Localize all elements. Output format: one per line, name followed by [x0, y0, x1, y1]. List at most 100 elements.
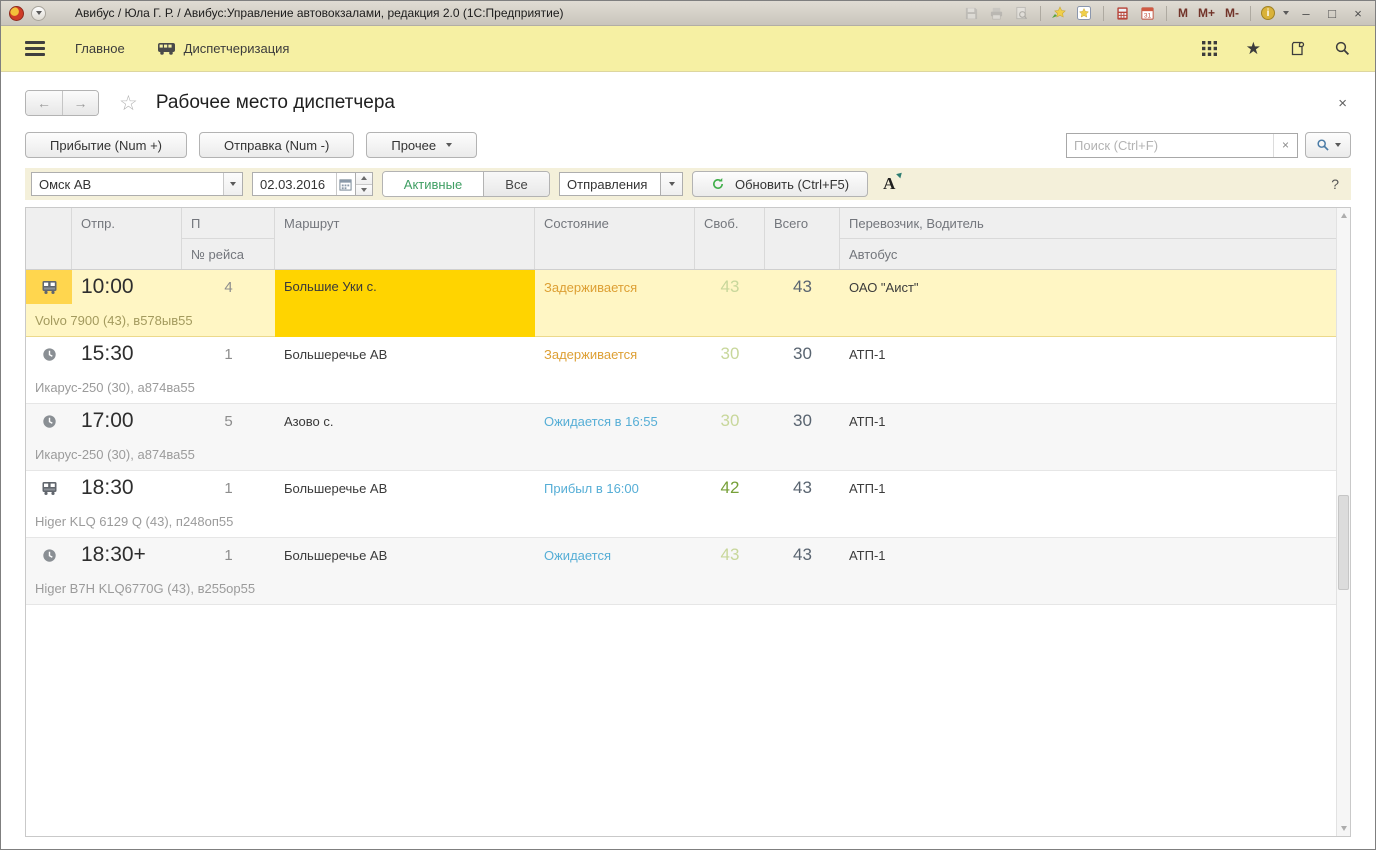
- date-value[interactable]: [253, 177, 336, 192]
- calculator-icon[interactable]: [1114, 5, 1131, 22]
- station-combobox[interactable]: [31, 172, 243, 196]
- calendar-icon[interactable]: 31: [1139, 5, 1156, 22]
- scroll-down-icon[interactable]: [1337, 821, 1350, 836]
- station-value[interactable]: [32, 177, 223, 192]
- carrier-cell[interactable]: АТП-1 Higer KLQ 6129 Q (43), п248оп55: [840, 471, 1336, 505]
- free-seats-cell[interactable]: 43: [695, 270, 765, 304]
- save-icon[interactable]: [963, 5, 980, 22]
- toggle-active-button[interactable]: Активные: [383, 172, 483, 196]
- table-row[interactable]: 15:30 1 Большеречье АВ Задерживается 30 …: [26, 337, 1336, 404]
- platform-cell[interactable]: 1: [182, 337, 275, 371]
- route-cell[interactable]: Большеречье АВ: [275, 538, 535, 572]
- table-row[interactable]: 18:30 1 Большеречье АВ Прибыл в 16:00 42…: [26, 471, 1336, 538]
- departure-time-cell[interactable]: 17:00: [72, 404, 182, 438]
- row-type-cell[interactable]: [26, 337, 72, 371]
- minimize-button[interactable]: –: [1297, 5, 1315, 22]
- scroll-up-icon[interactable]: [1337, 208, 1350, 223]
- forward-button[interactable]: →: [62, 91, 98, 115]
- info-icon[interactable]: i: [1261, 6, 1275, 20]
- 1c-app-icon[interactable]: [9, 6, 24, 21]
- add-to-favorites-icon[interactable]: [1051, 5, 1068, 22]
- platform-cell[interactable]: 5: [182, 404, 275, 438]
- date-spinner[interactable]: [356, 172, 373, 196]
- total-seats-cell[interactable]: 43: [765, 538, 840, 572]
- route-cell[interactable]: Большеречье АВ: [275, 471, 535, 505]
- carrier-cell[interactable]: АТП-1 Икарус-250 (30), а874ва55: [840, 337, 1336, 371]
- carrier-cell[interactable]: АТП-1 Higer B7H KLQ6770G (43), в255ор55: [840, 538, 1336, 572]
- total-seats-cell[interactable]: 30: [765, 404, 840, 438]
- free-seats-cell[interactable]: 43: [695, 538, 765, 572]
- header-free[interactable]: Своб.: [695, 208, 765, 269]
- all-functions-icon[interactable]: [1201, 40, 1218, 57]
- favorites-icon[interactable]: [1076, 5, 1093, 22]
- back-button[interactable]: ←: [26, 91, 62, 115]
- departure-time-cell[interactable]: 18:30+: [72, 538, 182, 572]
- row-type-cell[interactable]: [26, 471, 72, 505]
- free-seats-cell[interactable]: 42: [695, 471, 765, 505]
- header-state[interactable]: Состояние: [535, 208, 695, 269]
- platform-cell[interactable]: 1: [182, 471, 275, 505]
- row-type-cell[interactable]: [26, 538, 72, 572]
- close-window-button[interactable]: ×: [1349, 5, 1367, 22]
- hamburger-menu-icon[interactable]: [25, 41, 45, 56]
- carrier-cell[interactable]: ОАО "Аист" Volvo 7900 (43), в578ыв55: [840, 270, 1336, 304]
- scrollbar-thumb[interactable]: [1338, 495, 1349, 590]
- direction-value[interactable]: [560, 177, 660, 192]
- platform-cell[interactable]: 4: [182, 270, 275, 304]
- departure-time-cell[interactable]: 15:30: [72, 337, 182, 371]
- free-seats-cell[interactable]: 30: [695, 404, 765, 438]
- table-row[interactable]: 17:00 5 Азово с. Ожидается в 16:55 30 30…: [26, 404, 1336, 471]
- table-row[interactable]: 18:30+ 1 Большеречье АВ Ожидается 43 43 …: [26, 538, 1336, 605]
- status-cell[interactable]: Ожидается: [535, 538, 695, 572]
- route-cell[interactable]: Большие Уки с.: [275, 270, 535, 337]
- chevron-down-icon[interactable]: [223, 173, 242, 195]
- direction-combobox[interactable]: [559, 172, 661, 196]
- total-seats-cell[interactable]: 30: [765, 337, 840, 371]
- total-seats-cell[interactable]: 43: [765, 471, 840, 505]
- departure-time-cell[interactable]: 10:00: [72, 270, 182, 304]
- memory-m-button[interactable]: M: [1177, 6, 1189, 20]
- search-input[interactable]: [1067, 138, 1273, 153]
- free-seats-cell[interactable]: 30: [695, 337, 765, 371]
- search-options-button[interactable]: [1305, 132, 1351, 158]
- memory-m-plus-button[interactable]: M+: [1197, 6, 1216, 20]
- calendar-picker-icon[interactable]: [336, 173, 355, 195]
- toggle-all-button[interactable]: Все: [483, 172, 549, 196]
- menu-item-dispatch[interactable]: Диспетчеризация: [147, 41, 300, 56]
- status-cell[interactable]: Задерживается: [535, 337, 695, 371]
- route-cell[interactable]: Азово с.: [275, 404, 535, 438]
- vertical-scrollbar[interactable]: [1336, 208, 1350, 836]
- header-route[interactable]: Маршрут: [275, 208, 535, 269]
- maximize-button[interactable]: □: [1323, 5, 1341, 22]
- refresh-button[interactable]: Обновить (Ctrl+F5): [692, 171, 868, 197]
- clear-search-button[interactable]: ×: [1273, 134, 1297, 157]
- status-cell[interactable]: Прибыл в 16:00: [535, 471, 695, 505]
- date-field[interactable]: [252, 172, 356, 196]
- close-form-button[interactable]: ×: [1334, 95, 1351, 112]
- row-type-cell[interactable]: [26, 270, 72, 304]
- favorites-menu-icon[interactable]: ★: [1246, 40, 1261, 57]
- departure-time-cell[interactable]: 18:30: [72, 471, 182, 505]
- other-menu-button[interactable]: Прочее: [366, 132, 477, 158]
- status-cell[interactable]: Ожидается в 16:55: [535, 404, 695, 438]
- row-type-cell[interactable]: [26, 404, 72, 438]
- carrier-cell[interactable]: АТП-1 Икарус-250 (30), а874ва55: [840, 404, 1336, 438]
- header-depart[interactable]: Отпр.: [72, 208, 182, 269]
- header-icon-col[interactable]: [26, 208, 72, 269]
- memory-m-minus-button[interactable]: M-: [1224, 6, 1240, 20]
- print-icon[interactable]: [988, 5, 1005, 22]
- header-carrier[interactable]: Перевозчик, Водитель Автобус: [840, 208, 1336, 269]
- menu-item-main[interactable]: Главное: [65, 41, 135, 56]
- direction-dropdown-button[interactable]: [661, 172, 683, 196]
- header-platform[interactable]: П № рейса: [182, 208, 275, 269]
- system-menu-button[interactable]: [31, 6, 46, 21]
- total-seats-cell[interactable]: 43: [765, 270, 840, 304]
- font-size-button[interactable]: A: [883, 174, 903, 194]
- help-button[interactable]: ?: [1331, 176, 1345, 192]
- global-search-icon[interactable]: [1334, 40, 1351, 57]
- print-preview-icon[interactable]: [1013, 5, 1030, 22]
- table-row[interactable]: 10:00 4 Большие Уки с. Задерживается 43 …: [26, 270, 1336, 337]
- history-icon[interactable]: [1289, 40, 1306, 57]
- info-dropdown-icon[interactable]: [1283, 11, 1289, 15]
- platform-cell[interactable]: 1: [182, 538, 275, 572]
